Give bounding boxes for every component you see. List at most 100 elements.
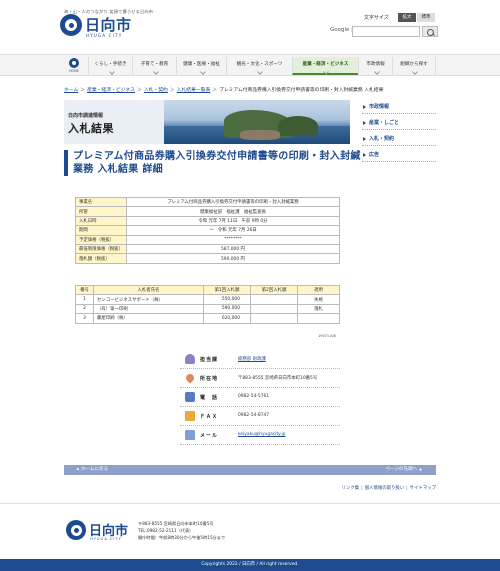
cell-note	[297, 313, 340, 324]
site-header: 海・山・人のつながり 笑顔で暮らせる日向市 日向市 HYUGA CITY 文字サ…	[0, 0, 500, 54]
nav-home[interactable]: HOME	[66, 57, 82, 75]
contact-mail-row: メール keiyaku@hyugacity.jp	[180, 426, 340, 445]
col-header-number: 番号	[75, 284, 94, 296]
contact-dept-link[interactable]: 総務部 財政課	[238, 356, 266, 362]
cell-name: （有）第一印刷	[93, 303, 204, 315]
row-value: ********	[125, 234, 341, 245]
row-label: 予定価格（税抜）	[75, 234, 127, 245]
section-banner: 日向市調達情報 入札結果	[64, 100, 350, 144]
cell-number: 3	[75, 313, 94, 324]
row-label: 入札日時	[75, 215, 127, 227]
footer-logo: 日向市 HYUGA CITY	[66, 520, 136, 544]
side-item-bidding[interactable]: 入札・契約	[362, 132, 436, 146]
back-to-home-link[interactable]: ホームに戻る	[76, 466, 108, 472]
nav-home-label: HOME	[69, 69, 79, 73]
cell-second-bid	[250, 313, 298, 324]
bid-info-table: 事業名 プレミアム付商品券購入引換券交付申請書等の印刷・封入封緘業務 所管 健康福祉…	[75, 196, 341, 264]
footer-link-links[interactable]: リンク集	[342, 486, 360, 491]
cell-first-bid: 620,000	[203, 313, 251, 324]
nav-item-cityinfo[interactable]: 市政情報	[358, 57, 392, 75]
search-input[interactable]	[352, 26, 420, 37]
nav-item-childcare[interactable]: 子育て・教育	[132, 57, 176, 75]
contact-addr-value: 〒883-8555 宮崎県日向市本町10番5号	[238, 376, 318, 381]
contact-dept-label: 担当課	[200, 357, 219, 363]
contact-addr-row: 所在地 〒883-8555 宮崎県日向市本町10番5号	[180, 369, 340, 388]
row-value: 587,000 円	[125, 243, 341, 255]
breadcrumb: ホーム＞産業・経済・ビジネス＞入札・契約＞入札結果一覧表＞プレミアム付商品券購入…	[64, 88, 384, 93]
nav-item-business[interactable]: 産業・経済・ビジネス	[292, 57, 358, 75]
breadcrumb-current: プレミアム付商品券購入引換券交付申請書等の印刷・封入封緘業務 入札結果	[219, 88, 384, 93]
cell-note: 失格	[297, 294, 340, 305]
site-footer: 日向市 HYUGA CITY 〒883-8555 宮崎県日向市本町10番5号 T…	[0, 503, 500, 559]
mail-icon	[185, 430, 195, 440]
contact-fax-label: ＦＡＸ	[200, 414, 219, 420]
search-icon[interactable]	[422, 26, 438, 37]
footer-logo-subtext: HYUGA CITY	[90, 537, 122, 541]
cell-second-bid	[250, 303, 298, 315]
row-value: 令和 元年 7月 11日 午前 9時 0分	[125, 215, 341, 227]
table-header-row: 番号 入札者氏名 第1回入札額 第2回入札額 適用	[75, 284, 340, 296]
breadcrumb-results-list[interactable]: 入札結果一覧表	[177, 88, 211, 93]
contact-tel-label: 電 話	[200, 395, 219, 401]
text-size-large-button[interactable]: 拡大	[398, 13, 416, 22]
breadcrumb-bidding[interactable]: 入札・契約	[144, 88, 168, 93]
row-value: ～ 令和 元年 7月 26日	[125, 225, 341, 236]
side-item-cityinfo[interactable]: 市政情報	[362, 100, 436, 114]
cell-name: センコービジネスサポート（株）	[93, 294, 204, 305]
nav-item-organization[interactable]: 組織から探す	[392, 57, 436, 75]
back-to-top-link[interactable]: ページの先頭へ	[385, 466, 422, 472]
col-header-name: 入札者氏名	[93, 284, 204, 296]
text-size-standard-button[interactable]: 標準	[417, 13, 435, 22]
side-item-ads[interactable]: 広告	[362, 148, 436, 162]
home-icon	[69, 58, 79, 68]
record-id: 19071108	[318, 334, 336, 338]
footer-hours: 開庁時間：午前8時30分から午後5時15分まで	[138, 535, 226, 540]
copyright: Copyrights 2022 / 日向市 / All right reserv…	[0, 559, 500, 571]
contact-mail-link[interactable]: keiyaku@hyugacity.jp	[238, 432, 286, 437]
contact-addr-label: 所在地	[200, 376, 219, 382]
table-row: 期間～ 令和 元年 7月 26日	[75, 225, 341, 236]
page-footer-bar: ホームに戻る ページの先頭へ	[64, 465, 436, 475]
contact-fax-row: ＦＡＸ 0982-54-8747	[180, 407, 340, 426]
nav-item-tourism[interactable]: 観光・文化・スポーツ	[226, 57, 292, 75]
row-label: 所管	[75, 206, 127, 217]
row-label: 最低制限価格（税抜）	[75, 243, 127, 255]
cell-first-bid: 590,000	[203, 303, 251, 315]
cell-number: 1	[75, 294, 94, 305]
row-value: プレミアム付商品券購入引換券交付申請書等の印刷・封入封緘業務	[125, 196, 341, 208]
table-row: 2 （有）第一印刷 590,000 落札	[75, 303, 340, 315]
global-nav: HOME くらし・手続き 子育て・教育 健康・医療・福祉 観光・文化・スポーツ …	[0, 54, 500, 76]
footer-link-sitemap[interactable]: サイトマップ	[410, 486, 436, 491]
cell-second-bid	[250, 294, 298, 305]
row-label: 期間	[75, 225, 127, 236]
row-value: 健康福祉部 福祉課 福祉監査係	[125, 206, 341, 217]
row-label: 落札額（税抜）	[75, 253, 127, 264]
city-emblem-icon	[60, 14, 82, 36]
breadcrumb-home[interactable]: ホーム	[64, 88, 78, 93]
contact-tel-row: 電 話 0982-54-5761	[180, 388, 340, 407]
nav-item-health[interactable]: 健康・医療・福祉	[176, 57, 226, 75]
table-row: 3 藤屋印刷（株） 620,000	[75, 313, 340, 324]
nav-item-living[interactable]: くらし・手続き	[88, 57, 132, 75]
contact-tel-value: 0982-54-5761	[238, 394, 270, 399]
table-row: 事業名 プレミアム付商品券購入引換券交付申請書等の印刷・封入封緘業務	[75, 196, 341, 208]
site-search: Google 提供	[330, 26, 438, 37]
phone-icon	[185, 392, 195, 402]
site-logo[interactable]: 日向市 HYUGA CITY	[60, 14, 160, 40]
breadcrumb-business[interactable]: 産業・経済・ビジネス	[87, 88, 135, 93]
side-item-industry[interactable]: 産業・しごと	[362, 116, 436, 130]
cell-number: 2	[75, 303, 94, 315]
col-header-first-bid: 第1回入札額	[203, 284, 251, 296]
cell-name: 藤屋印刷（株）	[93, 313, 204, 324]
col-header-second-bid: 第2回入札額	[250, 284, 298, 296]
bidders-table: 番号 入札者氏名 第1回入札額 第2回入札額 適用 1 センコービジネスサポート…	[75, 284, 340, 324]
city-emblem-icon	[66, 520, 86, 540]
footer-links: リンク集 | 個人情報の取り扱い | サイトマップ	[341, 486, 436, 491]
table-row: 予定価格（税抜） ********	[75, 234, 341, 245]
map-pin-icon	[184, 372, 196, 384]
row-value: 590,000 円	[125, 253, 341, 264]
row-label: 事業名	[75, 196, 127, 208]
footer-link-privacy[interactable]: 個人情報の取り扱い	[365, 486, 405, 491]
cell-note: 落札	[297, 303, 340, 315]
table-row: 所管 健康福祉部 福祉課 福祉監査係	[75, 206, 341, 217]
